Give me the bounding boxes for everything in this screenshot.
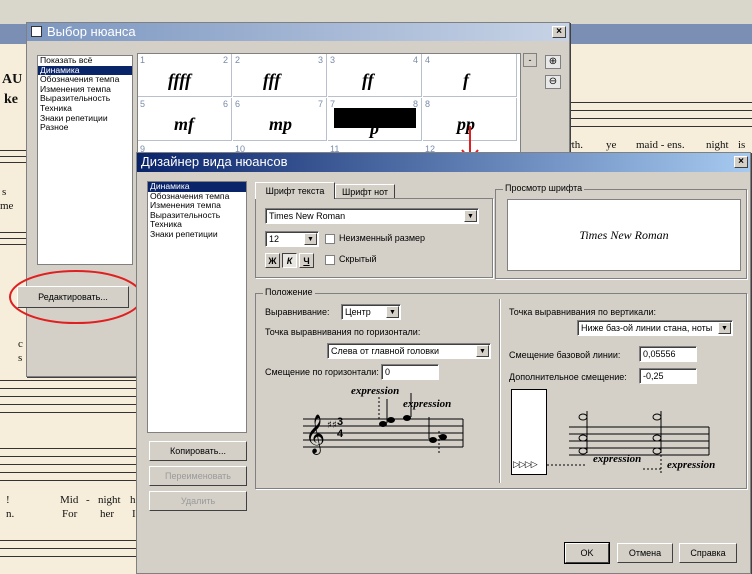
font-preview-text: Times New Roman (579, 227, 669, 242)
help-button[interactable]: Справка (679, 543, 737, 563)
h-offset-input[interactable]: 0 (381, 364, 439, 380)
chevron-down-icon[interactable]: ▼ (386, 306, 399, 318)
red-ellipse-annotation (9, 270, 143, 324)
v-point-label: Точка выравнивания по вертикали: (509, 307, 656, 317)
designer-title-bar[interactable]: Дизайнер вида нюансов (137, 153, 750, 172)
italic-button[interactable]: К (282, 253, 297, 268)
expression-sample: expression (403, 398, 452, 410)
h-point-select[interactable]: Слева от главной головки ▼ (327, 343, 491, 359)
extra-offset-input[interactable]: -0,25 (639, 368, 697, 384)
v-point-select[interactable]: Ниже баз-ой линии стана, ноты ▼ (577, 320, 733, 336)
font-preview-label: Просмотр шрифта (503, 183, 585, 193)
close-icon[interactable]: × (734, 156, 748, 168)
font-size-select[interactable]: 12 ▼ (265, 231, 319, 247)
delete-button[interactable]: Удалить (149, 491, 247, 511)
font-size-value: 12 (269, 234, 280, 244)
expression-sample: expression (667, 459, 716, 471)
underline-button[interactable]: Ч (299, 253, 314, 268)
baseline-offset-label: Смещение базовой линии: (509, 350, 621, 360)
chevron-down-icon[interactable]: ▼ (718, 322, 731, 334)
chevron-down-icon[interactable]: ▼ (464, 210, 477, 222)
baseline-offset-value: 0,05556 (643, 349, 676, 359)
ok-button[interactable]: OK (564, 542, 610, 564)
baseline-offset-input[interactable]: 0,05556 (639, 346, 697, 362)
chevron-down-icon[interactable]: ▼ (304, 233, 317, 245)
expression-sample: expression (351, 385, 400, 397)
v-point-value: Ниже баз-ой линии стана, ноты (581, 323, 713, 333)
position-label: Положение (263, 287, 315, 297)
hidden-label: Скрытый (339, 254, 377, 264)
h-offset-value: 0 (385, 367, 391, 377)
svg-text:♯♯: ♯♯ (327, 420, 337, 431)
cancel-button[interactable]: Отмена (617, 543, 673, 563)
time-signature-bottom: 4 (337, 428, 344, 440)
h-point-value: Слева от главной головки (331, 346, 439, 356)
alignment-value: Центр (345, 307, 371, 317)
hidden-checkbox[interactable] (325, 255, 335, 265)
designer-category-list[interactable]: Динамика Обозначения темпа Изменения тем… (147, 181, 247, 433)
h-offset-label: Смещение по горизонтали: (265, 367, 379, 377)
alignment-select[interactable]: Центр ▼ (341, 304, 401, 320)
vertical-offset-illustration (547, 411, 710, 473)
divider (499, 299, 500, 483)
nuance-designer-window: Дизайнер вида нюансов × Динамика Обознач… (136, 152, 751, 574)
extra-offset-value: -0,25 (643, 371, 664, 381)
list-item[interactable]: Знаки репетиции (148, 229, 246, 240)
fixed-size-checkbox[interactable] (325, 234, 335, 244)
alignment-label: Выравнивание: (265, 307, 330, 317)
bold-button[interactable]: Ж (265, 253, 280, 268)
horizontal-offset-illustration: 𝄞 ♯♯ (303, 393, 464, 455)
designer-title: Дизайнер вида нюансов (141, 154, 288, 169)
font-preview-box: Times New Roman (507, 199, 741, 271)
h-point-label: Точка выравнивания по горизонтали: (265, 327, 421, 337)
extra-offset-label: Дополнительное смещение: (509, 372, 627, 382)
rename-button[interactable]: Переименовать (149, 466, 247, 486)
arrows-icon: ▷▷▷▷ (513, 459, 538, 469)
font-name-value: Times New Roman (269, 211, 346, 221)
svg-text:𝄞: 𝄞 (305, 414, 325, 455)
copy-button[interactable]: Копировать... (149, 441, 247, 461)
tab-note-font[interactable]: Шрифт нот (335, 184, 395, 199)
font-name-select[interactable]: Times New Roman ▼ (265, 208, 479, 224)
chevron-down-icon[interactable]: ▼ (476, 345, 489, 357)
time-signature-top: 3 (337, 416, 344, 428)
tab-text-font[interactable]: Шрифт текста (255, 182, 335, 199)
expression-sample: expression (593, 453, 642, 465)
fixed-size-label: Неизменный размер (339, 233, 426, 243)
